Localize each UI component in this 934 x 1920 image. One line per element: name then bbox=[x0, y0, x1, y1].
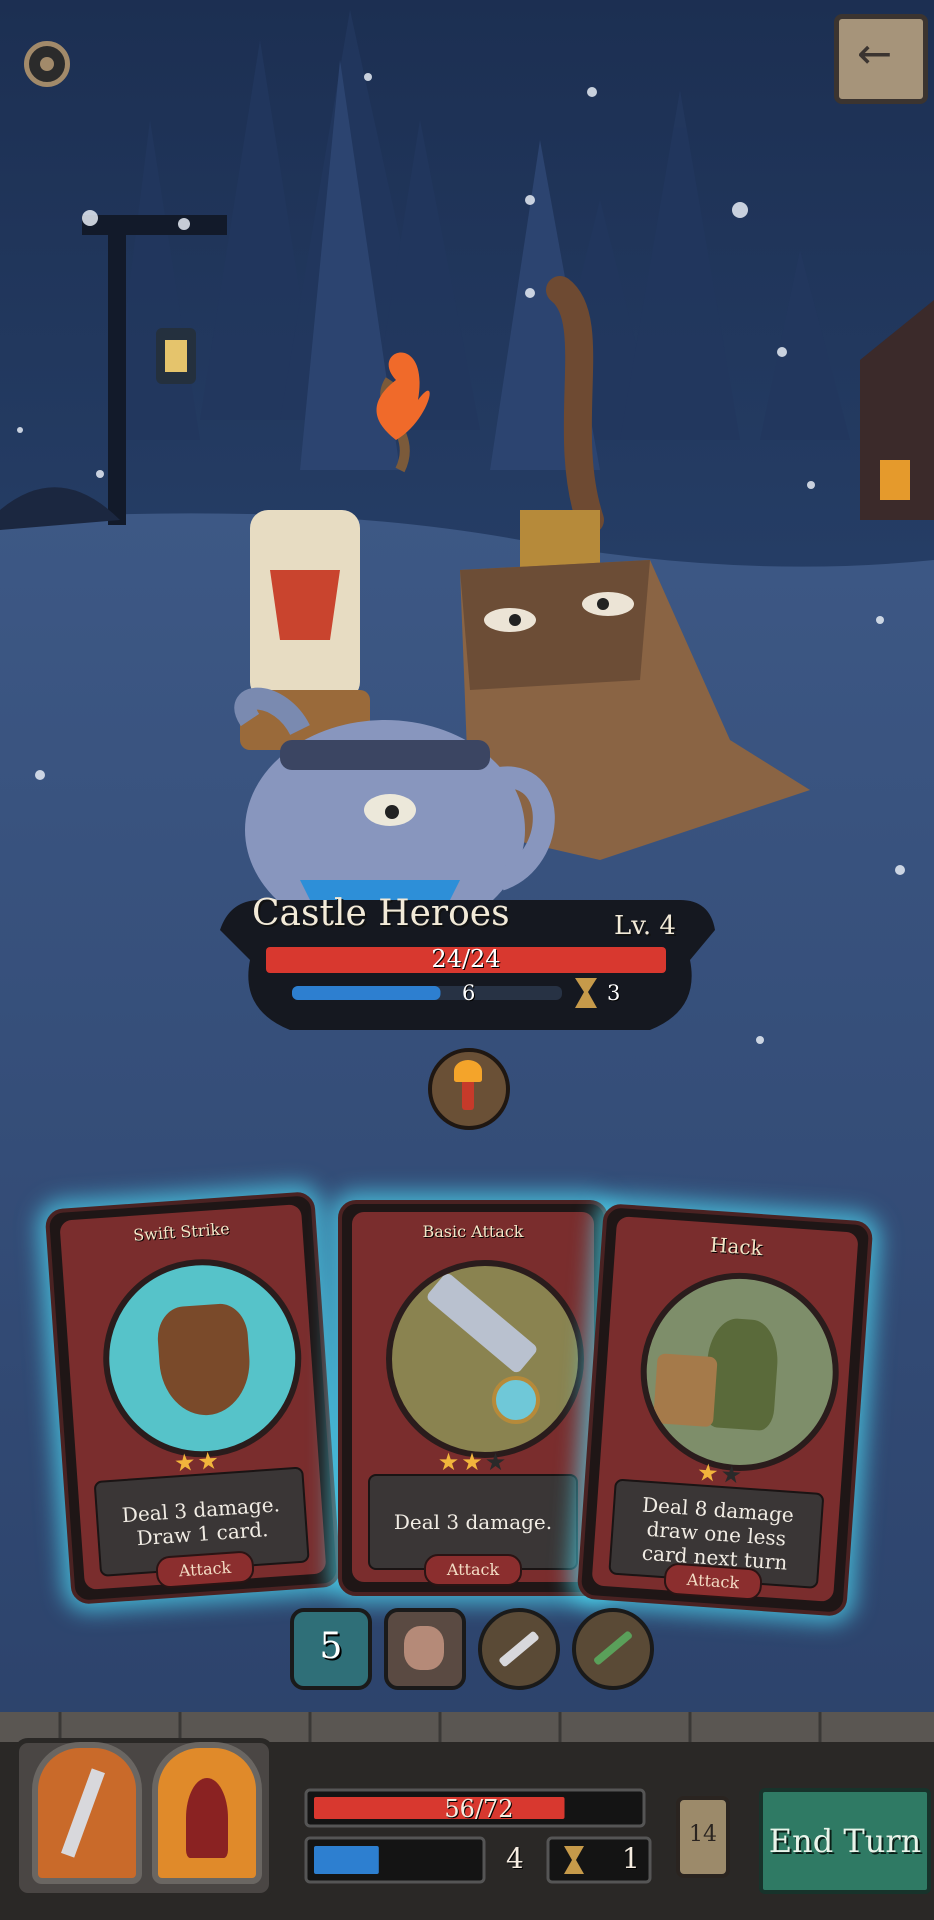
card-hack[interactable]: Hack ★★ Deal 8 damage draw one less card… bbox=[576, 1203, 874, 1617]
enemy-intent-value: 3 bbox=[607, 981, 621, 1005]
card-title: Basic Attack bbox=[422, 1222, 524, 1241]
deck-pile[interactable]: 14 bbox=[676, 1796, 730, 1878]
card-swift-strike[interactable]: Swift Strike ★★ Deal 3 damage. Draw 1 ca… bbox=[44, 1191, 342, 1605]
hooded-mage-portrait-icon[interactable] bbox=[152, 1742, 262, 1884]
enemy-level: Lv. 4 bbox=[614, 911, 676, 941]
green-sword-icon[interactable] bbox=[572, 1608, 654, 1690]
enemy-shield-value: 6 bbox=[462, 981, 476, 1005]
knight-portrait-icon[interactable] bbox=[32, 1742, 142, 1884]
enemy-name: Castle Heroes bbox=[252, 893, 510, 934]
enemy-hp-text: 24/24 bbox=[431, 945, 501, 973]
end-turn-label: End Turn bbox=[768, 1822, 922, 1860]
deck-count: 14 bbox=[689, 1822, 717, 1847]
dagger-icon[interactable] bbox=[478, 1608, 560, 1690]
gear-icon[interactable] bbox=[24, 41, 70, 87]
end-turn-button[interactable]: End Turn bbox=[759, 1788, 931, 1894]
card-type: Attack bbox=[424, 1554, 522, 1586]
card-description: Deal 3 damage. bbox=[393, 1510, 553, 1534]
player-shield-fill bbox=[314, 1846, 379, 1874]
player-shield-value: 4 bbox=[506, 1842, 524, 1875]
card-type: Attack bbox=[663, 1562, 763, 1601]
card-type: Attack bbox=[155, 1550, 255, 1589]
card-title: Hack bbox=[709, 1232, 764, 1261]
card-title: Swift Strike bbox=[132, 1219, 231, 1245]
player-hp-text: 56/72 bbox=[444, 1795, 514, 1823]
back-button[interactable]: ← bbox=[834, 14, 928, 104]
relic-count: 5 bbox=[319, 1626, 343, 1667]
card-description: Deal 3 damage. Draw 1 card. bbox=[121, 1492, 281, 1551]
sword-art-icon bbox=[386, 1260, 584, 1458]
flaming-sword-icon[interactable] bbox=[428, 1048, 510, 1130]
player-intent-value: 1 bbox=[622, 1842, 640, 1875]
card-description: Deal 8 damage draw one less card next tu… bbox=[641, 1492, 795, 1575]
card-basic-attack[interactable]: Basic Attack ★★★ Deal 3 damage. Attack bbox=[338, 1200, 608, 1596]
back-arrow-icon: ← bbox=[857, 29, 893, 78]
claw-art-icon bbox=[96, 1252, 308, 1464]
warrior-art-icon bbox=[634, 1266, 846, 1478]
armor-counter-icon[interactable]: 5 bbox=[290, 1608, 372, 1690]
bandaged-arm-icon[interactable] bbox=[384, 1608, 466, 1690]
card-stars: ★★★ bbox=[437, 1448, 509, 1476]
